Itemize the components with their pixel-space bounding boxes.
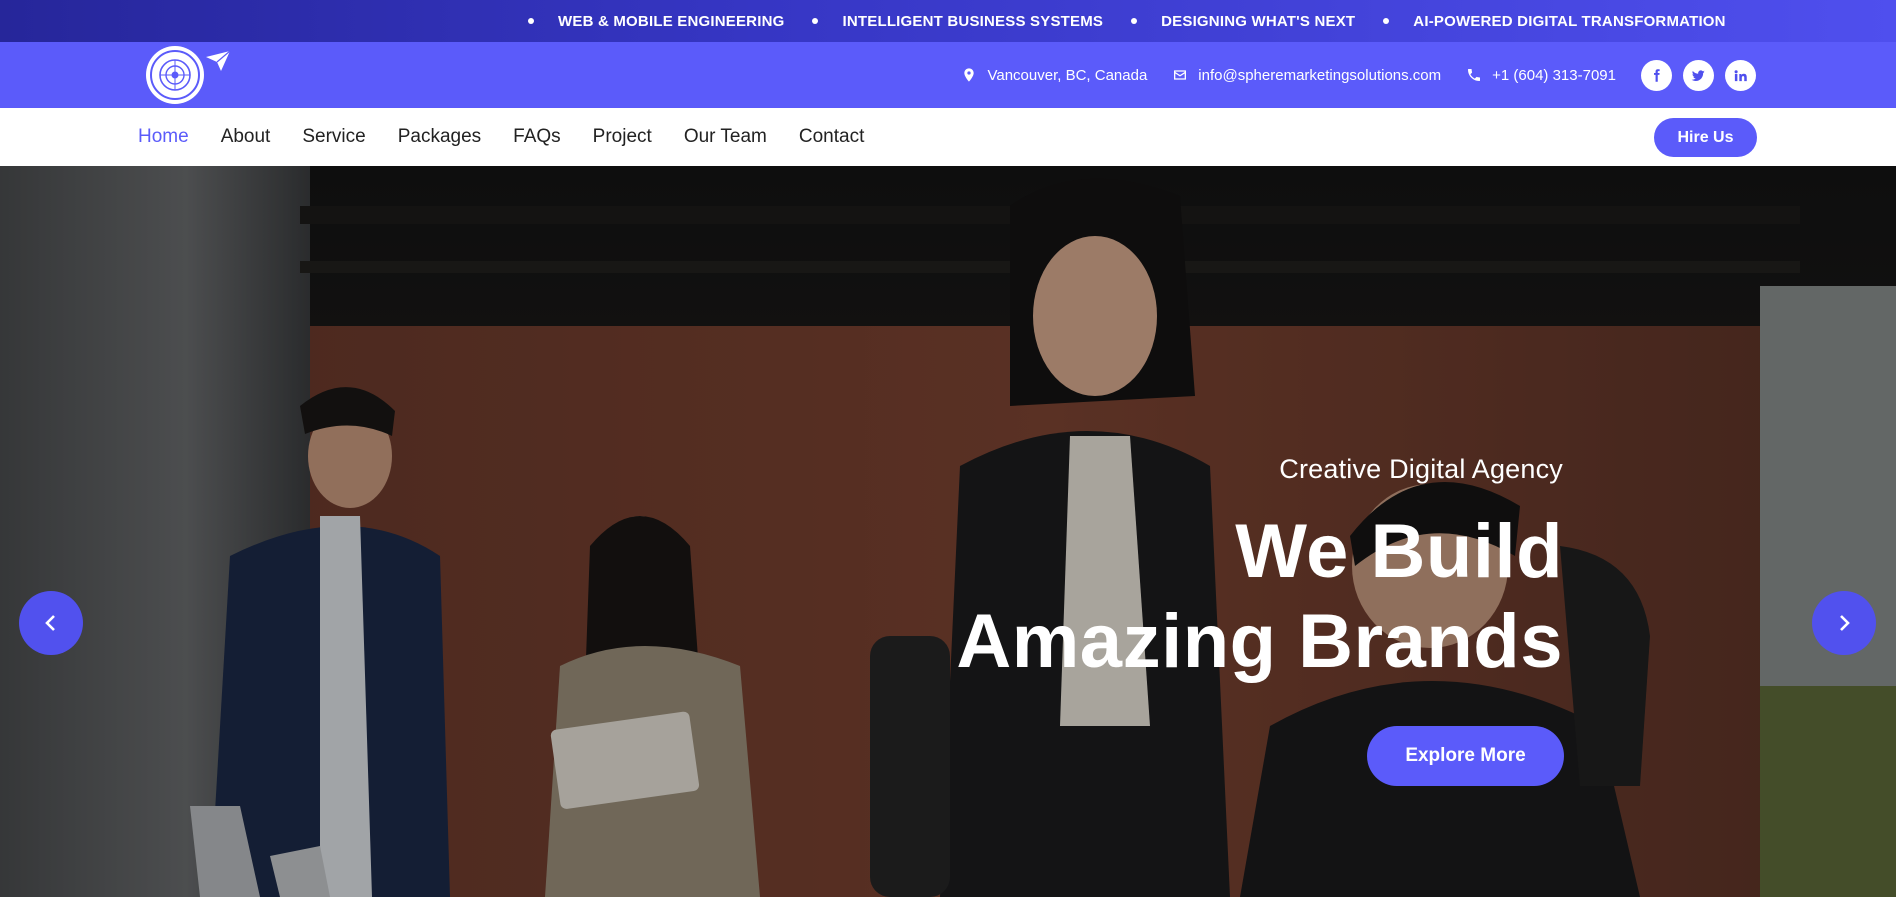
ticker-text: AI-POWERED DIGITAL TRANSFORMATION xyxy=(1413,12,1726,30)
hero-overlay xyxy=(0,166,1896,897)
linkedin-icon xyxy=(1734,69,1747,81)
ticker-item: WEB & MOBILE ENGINEERING xyxy=(528,13,784,30)
facebook-icon xyxy=(1654,68,1660,82)
bullet-icon xyxy=(1383,18,1390,24)
phone-item[interactable]: +1 (604) 313-7091 xyxy=(1466,67,1616,84)
linkedin-button[interactable] xyxy=(1725,59,1756,91)
email-item[interactable]: info@spheremarketingsolutions.com xyxy=(1172,67,1441,84)
nav-item-about[interactable]: About xyxy=(221,126,271,148)
hero-text: Creative Digital Agency We Build Amazing… xyxy=(956,454,1563,687)
nav-item-project[interactable]: Project xyxy=(593,126,652,148)
logo-emblem-icon xyxy=(150,50,200,100)
location-item: Vancouver, BC, Canada xyxy=(961,67,1147,84)
main-navbar: Home About Service Packages FAQs Project… xyxy=(0,108,1896,166)
nav-item-our-team[interactable]: Our Team xyxy=(684,126,767,148)
chevron-right-icon xyxy=(1840,615,1850,631)
ticker-item: AI-POWERED DIGITAL TRANSFORMATION xyxy=(1383,12,1726,30)
nav-item-service[interactable]: Service xyxy=(302,126,365,148)
facebook-button[interactable] xyxy=(1641,59,1672,91)
company-logo[interactable] xyxy=(146,46,204,104)
slider-next-button[interactable] xyxy=(1812,591,1876,655)
hero-title-line-2: Amazing Brands xyxy=(956,599,1563,684)
email-text[interactable]: info@spheremarketingsolutions.com xyxy=(1198,67,1441,84)
hero-subtitle: Creative Digital Agency xyxy=(1279,454,1563,484)
nav-item-faqs[interactable]: FAQs xyxy=(513,126,561,148)
chevron-left-icon xyxy=(45,615,55,631)
slider-prev-button[interactable] xyxy=(19,591,83,655)
map-pin-icon xyxy=(964,68,975,82)
mail-icon xyxy=(1174,70,1187,80)
ticker-text: WEB & MOBILE ENGINEERING xyxy=(558,12,785,30)
location-text: Vancouver, BC, Canada xyxy=(987,66,1148,84)
nav-item-home[interactable]: Home xyxy=(138,126,189,148)
hero-title-line-1: We Build xyxy=(1235,509,1563,594)
twitter-button[interactable] xyxy=(1683,59,1714,91)
hero-slider: Creative Digital Agency We Build Amazing… xyxy=(0,166,1896,897)
bullet-icon xyxy=(528,18,534,24)
phone-text[interactable]: +1 (604) 313-7091 xyxy=(1492,67,1616,84)
ticker-item: DESIGNING WHAT'S NEXT xyxy=(1131,13,1355,30)
phone-icon xyxy=(1468,69,1481,81)
nav-menu: Home About Service Packages FAQs Project… xyxy=(138,108,864,166)
announcement-ticker: WEB & MOBILE ENGINEERING INTELLIGENT BUS… xyxy=(0,0,1896,42)
bullet-icon xyxy=(1131,18,1138,24)
twitter-icon xyxy=(1691,69,1705,81)
paper-plane-icon xyxy=(206,50,231,71)
ticker-text: INTELLIGENT BUSINESS SYSTEMS xyxy=(842,12,1104,30)
nav-item-contact[interactable]: Contact xyxy=(799,126,864,148)
ticker-text: DESIGNING WHAT'S NEXT xyxy=(1161,12,1356,30)
contact-info: Vancouver, BC, Canada info@spheremarketi… xyxy=(961,42,1896,108)
bullet-icon xyxy=(812,18,819,24)
hire-us-button[interactable]: Hire Us xyxy=(1654,118,1757,157)
explore-more-button[interactable]: Explore More xyxy=(1367,726,1564,786)
social-links xyxy=(1641,59,1756,91)
nav-item-packages[interactable]: Packages xyxy=(398,126,481,148)
contact-bar: Vancouver, BC, Canada info@spheremarketi… xyxy=(0,42,1896,108)
ticker-item: INTELLIGENT BUSINESS SYSTEMS xyxy=(812,13,1103,30)
